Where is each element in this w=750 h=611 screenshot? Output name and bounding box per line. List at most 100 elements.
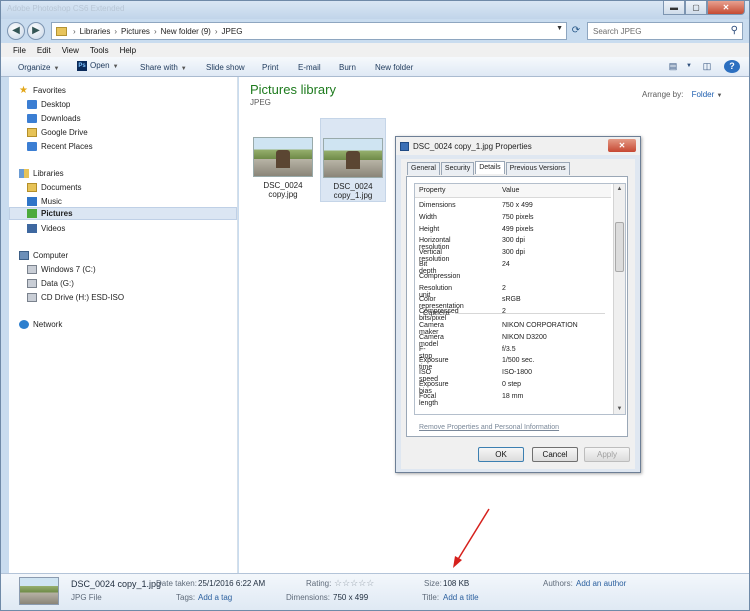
menu-help[interactable]: Help (120, 46, 136, 55)
file-thumbnail[interactable]: DSC_0024 copy.jpg (250, 137, 316, 199)
nav-label: Downloads (41, 113, 81, 123)
remove-properties-link[interactable]: Remove Properties and Personal Informati… (419, 424, 559, 431)
forward-button[interactable]: ▶ (27, 22, 45, 40)
property-name: Width (419, 213, 437, 221)
title-label: Title: (422, 593, 440, 602)
chevron-down-icon[interactable]: ▼ (682, 60, 696, 73)
property-value: 2 (502, 308, 506, 316)
slide-show-button[interactable]: Slide show (206, 63, 245, 72)
title-bar[interactable]: Adobe Photoshop CS6 Extended ▬ ▢ ✕ (1, 1, 749, 19)
nav-recent-places[interactable]: Recent Places (27, 140, 93, 152)
folder-icon (27, 127, 37, 137)
back-button[interactable]: ◀ (7, 22, 25, 40)
add-tag-field[interactable]: Add a tag (198, 593, 232, 602)
selected-file-thumbnail (19, 577, 59, 605)
arrange-label: Arrange by: (642, 90, 684, 99)
file-name-line2: copy.jpg (268, 190, 298, 199)
nav-windows-7-drive[interactable]: Windows 7 (C:) (27, 263, 96, 275)
menu-view[interactable]: View (62, 46, 79, 55)
open-button[interactable]: Ps Open ▼ (77, 61, 119, 71)
help-icon[interactable]: ? (724, 60, 740, 73)
menu-tools[interactable]: Tools (90, 46, 109, 55)
breadcrumb-pictures[interactable]: Pictures (121, 27, 150, 36)
chevron-down-icon[interactable]: ▼ (556, 25, 563, 32)
videos-icon (27, 223, 37, 233)
nav-google-drive[interactable]: Google Drive (27, 126, 88, 138)
navigation-pane: ★ Favorites Desktop Downloads Google Driv… (9, 77, 238, 573)
photoshop-icon: Ps (77, 61, 87, 71)
ok-button[interactable]: OK (478, 447, 524, 462)
tab-details[interactable]: Details (475, 161, 505, 174)
close-button[interactable]: ✕ (707, 1, 745, 15)
file-name-line2: copy_1.jpg (333, 191, 373, 200)
print-button[interactable]: Print (262, 63, 278, 72)
property-value: 24 (502, 261, 510, 268)
nav-documents[interactable]: Documents (27, 181, 81, 193)
column-value[interactable]: Value (502, 187, 519, 194)
arrow-right-icon: ▶ (32, 25, 40, 36)
menu-file[interactable]: File (13, 46, 26, 55)
nav-downloads[interactable]: Downloads (27, 112, 81, 124)
share-with-button[interactable]: Share with ▼ (140, 63, 187, 72)
property-list-header: Property Value (415, 184, 611, 198)
organize-button[interactable]: Organize ▼ (18, 63, 59, 72)
menu-edit[interactable]: Edit (37, 46, 51, 55)
property-list[interactable]: Property Value Dimensions 750 x 499 Width 7… (414, 183, 626, 415)
breadcrumb-jpeg[interactable]: JPEG (222, 27, 243, 36)
new-folder-button[interactable]: New folder (375, 63, 413, 72)
refresh-icon[interactable]: ⟳ (569, 22, 583, 40)
add-title-field[interactable]: Add a title (443, 593, 479, 602)
nav-pictures[interactable]: Pictures (9, 207, 237, 220)
nav-music[interactable]: Music (27, 195, 62, 207)
column-property[interactable]: Property (419, 187, 445, 194)
add-author-field[interactable]: Add an author (576, 579, 626, 588)
tab-previous-versions[interactable]: Previous Versions (505, 162, 570, 175)
address-bar[interactable]: › Libraries › Pictures › New folder (9) … (51, 22, 567, 40)
nav-label: Videos (41, 223, 66, 233)
scrollbar-thumb[interactable] (615, 222, 624, 272)
search-icon[interactable]: ⚲ (731, 25, 738, 36)
preview-pane-icon[interactable]: ◫ (700, 60, 714, 73)
burn-button[interactable]: Burn (339, 63, 356, 72)
property-list-scrollbar[interactable]: ▲ ▼ (613, 184, 625, 414)
nav-label: Music (41, 196, 62, 206)
search-input[interactable]: Search JPEG ⚲ (587, 22, 743, 40)
email-button[interactable]: E-mail (298, 63, 321, 72)
menu-bar: File Edit View Tools Help (1, 43, 749, 57)
property-value: ISO-1800 (502, 369, 532, 377)
property-value: 0 step (502, 381, 522, 388)
nav-label: Windows 7 (C:) (41, 264, 96, 274)
minimize-button[interactable]: ▬ (663, 1, 685, 15)
date-taken-value[interactable]: 25/1/2016 6:22 AM (198, 579, 265, 588)
apply-button[interactable]: Apply (584, 447, 630, 462)
view-options-icon[interactable]: ▤ (666, 60, 680, 73)
dialog-title-bar[interactable]: DSC_0024 copy_1.jpg Properties ✕ (396, 137, 640, 155)
scroll-up-icon[interactable]: ▲ (614, 184, 625, 194)
scroll-down-icon[interactable]: ▼ (614, 404, 625, 414)
nav-network[interactable]: Network (19, 318, 62, 330)
nav-libraries[interactable]: Libraries (19, 167, 64, 179)
file-thumbnail-selected[interactable]: DSC_0024 copy_1.jpg (320, 118, 386, 202)
rating-stars[interactable]: ☆☆☆☆☆ (334, 578, 374, 589)
maximize-button[interactable]: ▢ (685, 1, 707, 15)
nav-computer[interactable]: Computer (19, 249, 68, 261)
details-filename: DSC_0024 copy_1.jpg (71, 579, 162, 589)
arrange-by-dropdown[interactable]: Folder ▼ (692, 90, 723, 99)
nav-desktop[interactable]: Desktop (27, 98, 70, 110)
arrow-head (453, 556, 462, 568)
dialog-close-button[interactable]: ✕ (608, 139, 636, 152)
breadcrumb-libraries[interactable]: Libraries (80, 27, 111, 36)
dimensions-label: Dimensions: (286, 593, 331, 602)
tab-security[interactable]: Security (440, 162, 475, 175)
chevron-right-icon: › (73, 26, 76, 36)
nav-label: Network (33, 319, 63, 329)
nav-favorites[interactable]: ★ Favorites (19, 84, 66, 96)
cancel-button[interactable]: Cancel (532, 447, 578, 462)
nav-cd-drive[interactable]: CD Drive (H:) ESD-ISO (27, 291, 124, 303)
pictures-icon (27, 209, 37, 218)
breadcrumb-new-folder[interactable]: New folder (9) (161, 27, 211, 36)
cd-drive-icon (27, 292, 37, 302)
nav-videos[interactable]: Videos (27, 222, 65, 234)
nav-data-drive[interactable]: Data (G:) (27, 277, 74, 289)
tab-general[interactable]: General (407, 162, 440, 175)
